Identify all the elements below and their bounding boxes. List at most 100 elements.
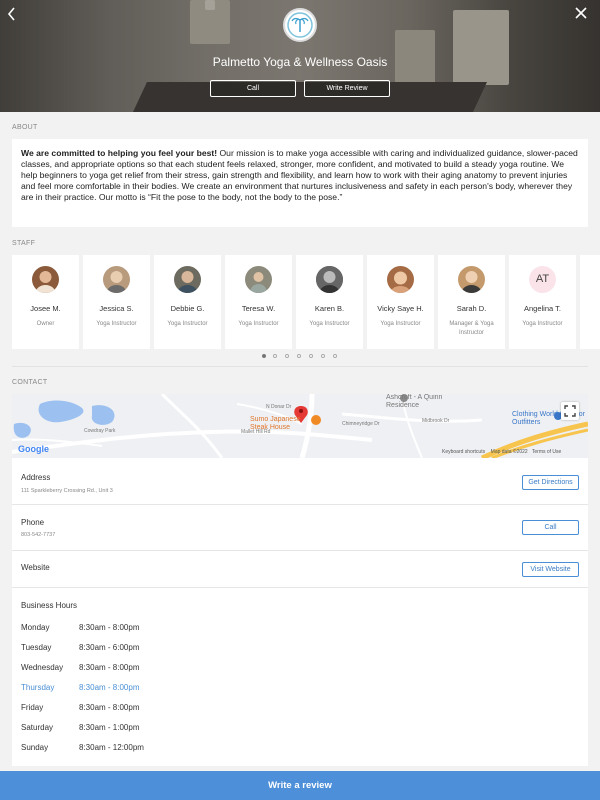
hours-time: 8:30am - 1:00pm — [79, 723, 140, 732]
write-a-review-button[interactable]: Write a review — [0, 771, 600, 800]
pagination-dot[interactable] — [262, 354, 266, 358]
pagination-dot[interactable] — [321, 354, 325, 358]
avatar — [103, 266, 130, 293]
website-row: Website Visit Website — [12, 551, 588, 587]
about-text: We are committed to helping you feel you… — [21, 148, 579, 203]
staff-role: Yoga Instructor — [309, 321, 350, 327]
staff-role: Manager & Yoga Instructor — [449, 321, 494, 336]
hours-time: 8:30am - 12:00pm — [79, 743, 144, 752]
avatar: AT — [529, 266, 556, 293]
address-value: 111 Sparkleberry Crossing Rd., Unit 3 — [21, 488, 113, 494]
fullscreen-icon[interactable] — [561, 402, 579, 420]
hours-row: Wednesday 8:30am - 8:00pm — [21, 663, 321, 673]
pagination-dot[interactable] — [309, 354, 313, 358]
google-logo: Google — [18, 444, 49, 454]
hours-day: Friday — [21, 703, 44, 712]
call-button[interactable]: Call — [522, 520, 579, 535]
phone-row: Phone 803-542-7737 Call — [12, 505, 588, 550]
staff-role: Yoga Instructor — [380, 321, 421, 327]
contact-card: Address 111 Sparkleberry Crossing Rd., U… — [12, 458, 588, 766]
back-arrow-icon[interactable] — [6, 6, 24, 24]
address-label: Address — [21, 473, 51, 482]
staff-name: Jessica S. — [99, 304, 134, 313]
staff-role: Yoga Instructor — [238, 321, 279, 327]
address-row: Address 111 Sparkleberry Crossing Rd., U… — [12, 458, 588, 504]
pagination-dot[interactable] — [333, 354, 337, 358]
hours-row: Sunday 8:30am - 12:00pm — [21, 743, 321, 753]
avatar — [32, 266, 59, 293]
hours-time: 8:30am - 8:00pm — [79, 663, 140, 672]
avatar — [458, 266, 485, 293]
map-street-label: Chimneyridge Dr — [342, 421, 380, 427]
close-icon[interactable] — [574, 6, 592, 24]
staff-name: Sarah D. — [456, 304, 487, 313]
hours-day: Monday — [21, 623, 50, 632]
hours-row-today: Thursday 8:30am - 8:00pm — [21, 683, 321, 693]
staff-role: Yoga Instructor — [96, 321, 137, 327]
staff-name: Teresa W. — [241, 304, 276, 313]
staff-card[interactable]: Teresa W. Yoga Instructor — [225, 255, 292, 349]
map-street-label: N Donar Dr — [266, 404, 292, 410]
hours-row: Saturday 8:30am - 1:00pm — [21, 723, 321, 733]
staff-card[interactable]: Karen B. Yoga Instructor — [296, 255, 363, 349]
call-button[interactable]: Call — [210, 80, 296, 97]
phone-label: Phone — [21, 518, 45, 527]
hours-row: Monday 8:30am - 8:00pm — [21, 623, 321, 633]
staff-name: Debbie G. — [170, 304, 205, 313]
hours-day: Tuesday — [21, 643, 52, 652]
website-label: Website — [21, 563, 50, 572]
visit-website-button[interactable]: Visit Website — [522, 562, 579, 577]
staff-card[interactable]: Jessica S. Yoga Instructor — [83, 255, 150, 349]
business-logo — [283, 8, 317, 42]
hours-row: Friday 8:30am - 8:00pm — [21, 703, 321, 713]
avatar — [174, 266, 201, 293]
map-street-label: Midbrook Dr — [422, 418, 450, 424]
staff-card[interactable]: Debbie G. Yoga Instructor — [154, 255, 221, 349]
section-divider — [12, 366, 588, 367]
staff-card[interactable]: Josee M. Owner — [12, 255, 79, 349]
map[interactable]: Mallet Hill Rd Cowdray Park Chimneyridge… — [12, 394, 588, 458]
hours-time: 8:30am - 8:00pm — [79, 623, 140, 632]
hours-time: 8:30am - 8:00pm — [79, 703, 140, 712]
hours-day: Thursday — [21, 683, 55, 692]
pagination-dot[interactable] — [273, 354, 277, 358]
staff-role: Yoga Instructor — [522, 321, 563, 327]
map-attribution[interactable]: Keyboard shortcuts Map data ©2022 Terms … — [442, 449, 561, 455]
staff-section-label: STAFF — [12, 240, 36, 247]
staff-card[interactable]: AT Angelina T. Yoga Instructor — [509, 255, 576, 349]
map-street-label: Cowdray Park — [84, 428, 116, 434]
staff-name: Angelina T. — [524, 304, 561, 313]
hero-banner: Palmetto Yoga & Wellness Oasis Call Writ… — [0, 0, 600, 112]
staff-name: Josee M. — [30, 304, 61, 313]
avatar — [316, 266, 343, 293]
pagination-dot[interactable] — [285, 354, 289, 358]
staff-card[interactable]: Vicky Saye H. Yoga Instructor — [367, 255, 434, 349]
avatar — [245, 266, 272, 293]
staff-role: Owner — [36, 321, 55, 327]
avatar — [387, 266, 414, 293]
pagination-dot[interactable] — [297, 354, 301, 358]
business-hours-title: Business Hours — [21, 601, 78, 610]
map-poi-restaurant[interactable]: Sumo Japanese Steak House — [250, 416, 320, 432]
phone-value[interactable]: 803-542-7737 — [21, 532, 55, 538]
staff-card[interactable]: Sarah D. Manager & Yoga Instructor — [438, 255, 505, 349]
staff-carousel[interactable]: Josee M. Owner Jessica S. Yoga Instructo… — [12, 255, 600, 349]
staff-name: Vicky Saye H. — [377, 304, 424, 313]
hours-time: 8:30am - 8:00pm — [79, 683, 140, 692]
staff-role: Yoga Instructor — [167, 321, 208, 327]
map-poi-residence[interactable]: Ashcroft - A Quinn Residence — [386, 394, 466, 410]
business-name: Palmetto Yoga & Wellness Oasis — [212, 55, 388, 69]
hours-day: Wednesday — [21, 663, 64, 672]
contact-section-label: CONTACT — [12, 379, 48, 386]
write-review-button[interactable]: Write Review — [304, 80, 390, 97]
hours-day: Saturday — [21, 723, 54, 732]
staff-name: Karen B. — [314, 304, 345, 313]
hours-day: Sunday — [21, 743, 49, 752]
about-headline: We are committed to helping you feel you… — [21, 148, 218, 158]
staff-card[interactable] — [580, 255, 600, 349]
about-card: We are committed to helping you feel you… — [12, 139, 588, 227]
hours-row: Tuesday 8:30am - 6:00pm — [21, 643, 321, 653]
hours-time: 8:30am - 6:00pm — [79, 643, 140, 652]
get-directions-button[interactable]: Get Directions — [522, 475, 579, 490]
about-section-label: ABOUT — [12, 124, 38, 131]
